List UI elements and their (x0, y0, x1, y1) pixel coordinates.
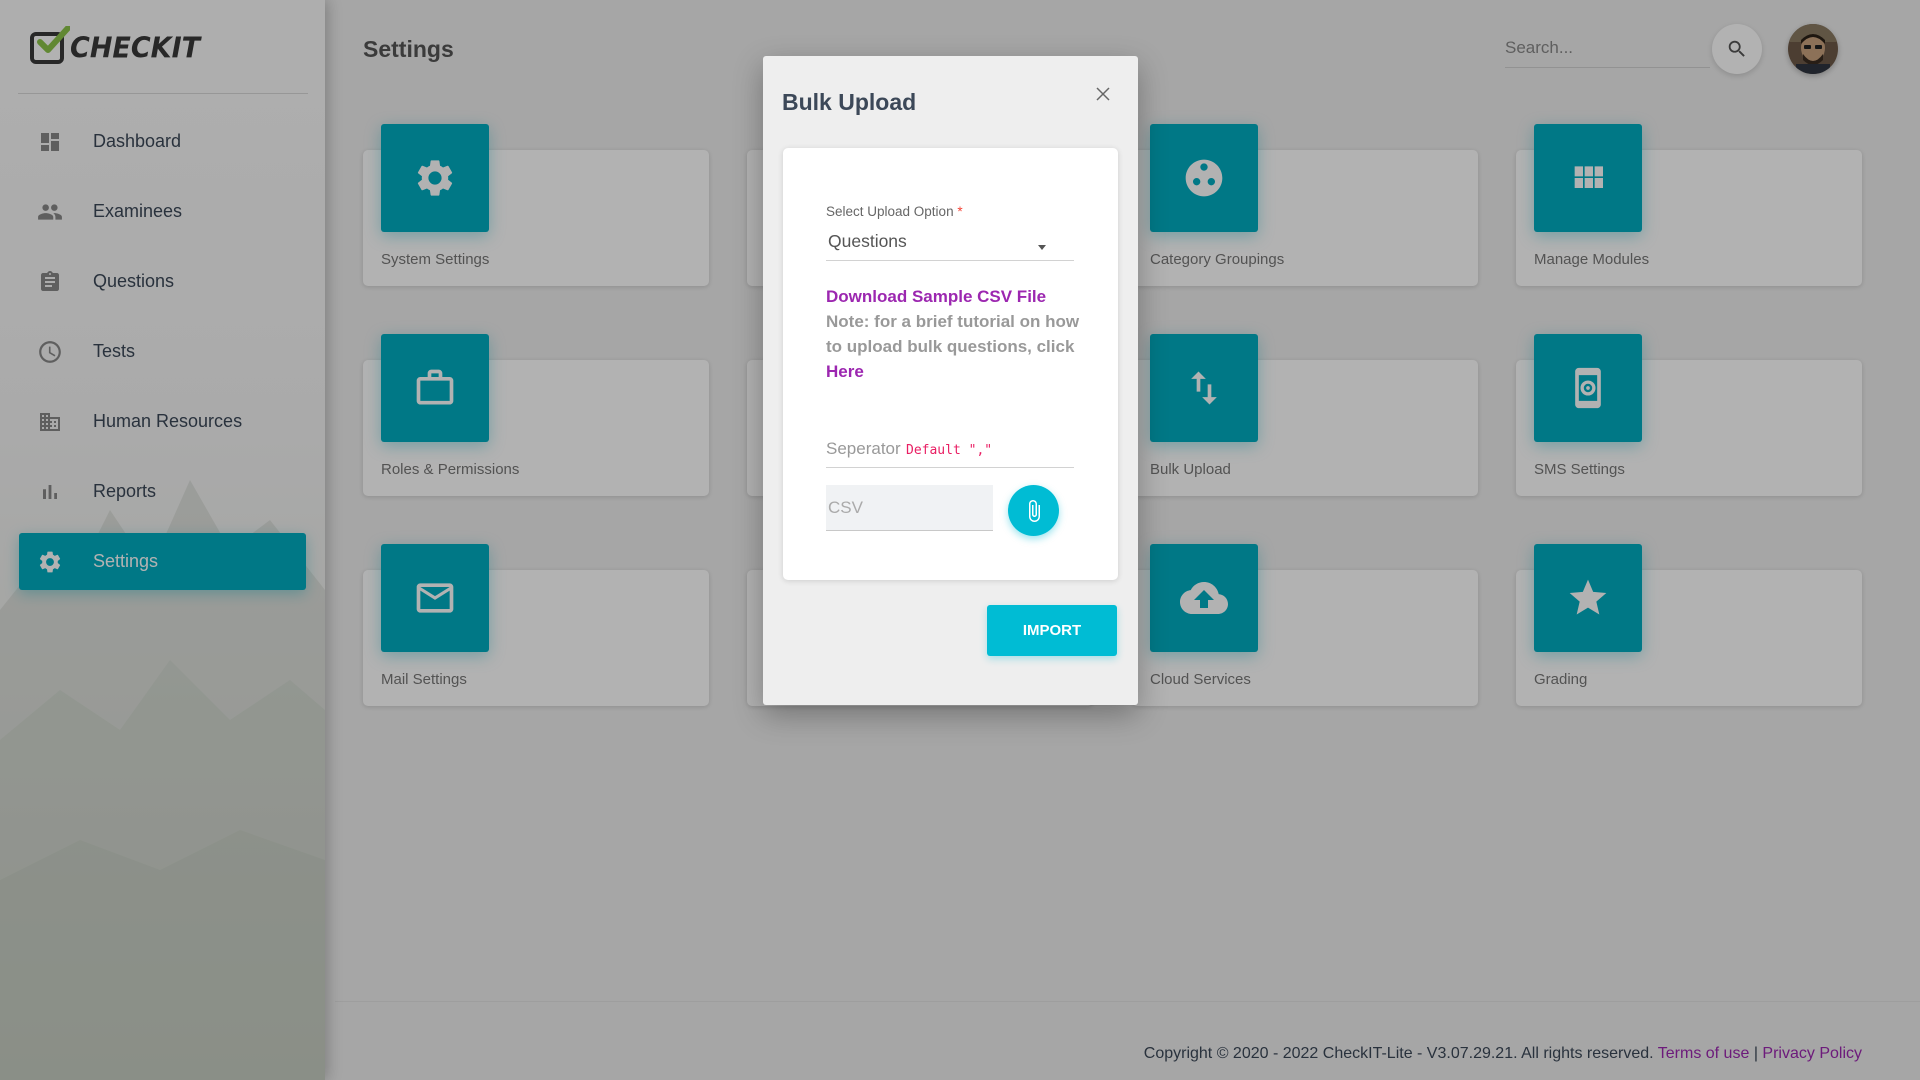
separator-field[interactable]: Seperator Default "," (826, 431, 1074, 468)
upload-form-card: Select Upload Option * Questions Downloa… (783, 148, 1118, 580)
csv-file-input[interactable]: CSV (826, 485, 993, 531)
close-icon (1096, 87, 1110, 101)
upload-option-label: Select Upload Option * (826, 204, 963, 219)
close-button[interactable] (1091, 82, 1115, 106)
required-mark: * (957, 204, 963, 219)
import-button[interactable]: IMPORT (987, 605, 1117, 656)
tutorial-here-link[interactable]: Here (826, 362, 864, 381)
paperclip-icon (1028, 499, 1040, 522)
upload-option-select[interactable]: Questions (826, 225, 1074, 261)
dialog-title: Bulk Upload (782, 89, 917, 115)
csv-placeholder: CSV (828, 498, 863, 517)
upload-note: Download Sample CSV File Note: for a bri… (826, 284, 1082, 384)
selected-value: Questions (828, 231, 907, 251)
note-text: Note: for a brief tutorial on how to upl… (826, 312, 1080, 356)
separator-label: Seperator (826, 439, 901, 458)
download-sample-csv-link[interactable]: Download Sample CSV File (826, 284, 1082, 309)
caret-down-icon (1038, 245, 1046, 250)
attach-file-button[interactable] (1008, 485, 1059, 536)
bulk-upload-dialog: Bulk Upload Select Upload Option * Quest… (763, 56, 1138, 705)
separator-default-hint: Default "," (906, 443, 993, 458)
